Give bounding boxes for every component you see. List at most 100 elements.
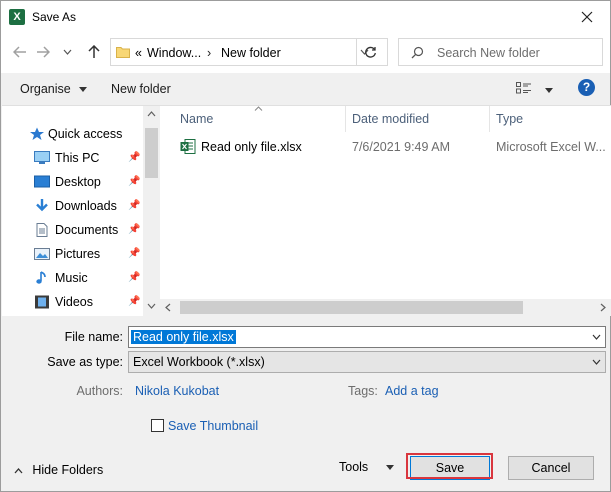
download-icon — [36, 199, 48, 212]
cancel-button[interactable]: Cancel — [508, 456, 594, 480]
excel-file-icon — [180, 139, 196, 154]
column-header-type[interactable]: Type — [490, 106, 611, 132]
arrow-left-icon — [13, 46, 26, 58]
save-as-dialog: X Save As « Window... › New folder Searc… — [0, 0, 611, 492]
address-bar[interactable]: « Window... › New folder — [110, 38, 388, 66]
help-button[interactable]: ? — [578, 79, 595, 96]
authors-label: Authors: — [76, 384, 123, 398]
tags-label: Tags: — [348, 384, 378, 398]
sidebar-item-videos[interactable]: Videos 📌 — [2, 291, 142, 313]
documents-icon — [36, 223, 48, 237]
chevron-up-icon — [14, 467, 23, 474]
sidebar-item-quick-access[interactable]: Quick access — [2, 123, 142, 145]
search-input[interactable]: Search New folder — [398, 38, 603, 66]
sidebar-item-label: Documents — [55, 223, 119, 237]
back-button[interactable] — [11, 43, 29, 61]
hide-folders-label: Hide Folders — [32, 463, 104, 477]
change-view-button[interactable] — [516, 82, 554, 97]
music-icon — [36, 271, 46, 284]
authors-value[interactable]: Nikola Kukobat — [135, 384, 219, 398]
search-icon — [411, 46, 424, 59]
sidebar-item-label: Downloads — [55, 199, 117, 213]
add-tag-link[interactable]: Add a tag — [385, 384, 439, 398]
caret-down-icon — [385, 465, 394, 471]
forward-button[interactable] — [34, 43, 52, 61]
chevron-down-icon — [592, 359, 601, 365]
file-type-cell: Microsoft Excel W... — [496, 140, 606, 154]
arrow-right-icon — [37, 46, 50, 58]
file-name-cell: Read only file.xlsx — [201, 140, 302, 154]
sidebar-item-desktop[interactable]: Desktop 📌 — [2, 171, 142, 193]
search-placeholder: Search New folder — [437, 46, 540, 60]
chevron-right-icon[interactable] — [600, 303, 606, 312]
sidebar-item-label: This PC — [55, 151, 100, 165]
navigation-scrollbar[interactable] — [143, 106, 160, 316]
sidebar-item-label: Music — [55, 271, 88, 285]
organise-button[interactable]: Organise — [20, 82, 88, 96]
refresh-icon — [365, 46, 376, 58]
chevron-left-icon[interactable] — [165, 303, 171, 312]
tools-label: Tools — [339, 460, 369, 474]
pictures-icon — [34, 248, 50, 260]
sidebar-item-label: Pictures — [55, 247, 101, 261]
sidebar-item-music[interactable]: Music 📌 — [2, 267, 142, 289]
organise-label: Organise — [20, 82, 71, 96]
refresh-button[interactable] — [356, 38, 384, 66]
desktop-icon — [34, 175, 50, 188]
close-icon — [581, 11, 593, 23]
pin-icon: 📌 — [128, 176, 141, 187]
save-thumbnail-label[interactable]: Save Thumbnail — [168, 419, 258, 433]
up-button[interactable] — [85, 43, 103, 61]
sidebar-item-downloads[interactable]: Downloads 📌 — [2, 195, 142, 217]
chevron-down-icon[interactable] — [147, 303, 156, 309]
column-header-date[interactable]: Date modified — [346, 106, 490, 132]
sidebar-item-label: Desktop — [55, 175, 101, 189]
scrollbar-thumb[interactable] — [145, 128, 158, 178]
view-list-icon — [516, 82, 531, 94]
navigation-pane: Quick access This PC 📌 Desktop 📌 Downloa… — [2, 106, 160, 316]
sidebar-item-documents[interactable]: Documents 📌 — [2, 219, 142, 241]
sidebar-item-this-pc[interactable]: This PC 📌 — [2, 147, 142, 169]
file-list: Name Date modified Type Read only file.x… — [160, 106, 611, 316]
address-prefix[interactable]: « — [135, 46, 142, 60]
chevron-down-icon — [63, 49, 71, 55]
file-name-value: Read only file.xlsx — [131, 330, 236, 344]
arrow-up-icon — [88, 45, 100, 58]
pin-icon: 📌 — [128, 200, 141, 211]
navigation-bar: « Window... › New folder Search New fold… — [1, 33, 610, 73]
tools-button[interactable]: Tools — [339, 460, 394, 474]
chevron-down-icon[interactable] — [592, 334, 601, 340]
star-icon — [30, 127, 44, 140]
save-thumbnail-checkbox[interactable] — [151, 419, 164, 432]
sidebar-item-pictures[interactable]: Pictures 📌 — [2, 243, 142, 265]
address-segment-parent[interactable]: Window... — [147, 46, 201, 60]
column-header-name[interactable]: Name — [174, 106, 346, 132]
sidebar-item-label: Videos — [55, 295, 93, 309]
title-bar: X Save As — [1, 1, 610, 33]
save-button[interactable]: Save — [410, 456, 490, 480]
close-button[interactable] — [570, 1, 604, 33]
save-as-type-value: Excel Workbook (*.xlsx) — [133, 355, 265, 369]
pin-icon: 📌 — [128, 224, 141, 235]
save-as-type-select[interactable]: Excel Workbook (*.xlsx) — [128, 351, 606, 373]
file-list-horizontal-scrollbar[interactable] — [160, 299, 611, 316]
caret-down-icon — [79, 87, 88, 93]
pin-icon: 📌 — [128, 152, 141, 163]
chevron-right-icon[interactable]: › — [207, 46, 211, 60]
file-name-label: File name: — [64, 330, 123, 344]
pc-icon — [34, 151, 50, 164]
save-as-type-label: Save as type: — [47, 355, 123, 369]
chevron-up-icon[interactable] — [147, 111, 156, 117]
file-name-field[interactable]: Read only file.xlsx — [128, 326, 606, 348]
table-row[interactable]: Read only file.xlsx 7/6/2021 9:49 AM Mic… — [160, 136, 611, 158]
pin-icon: 📌 — [128, 296, 141, 307]
address-segment-current[interactable]: New folder — [221, 46, 281, 60]
scrollbar-thumb[interactable] — [180, 301, 523, 314]
folder-icon — [116, 47, 130, 58]
videos-icon — [35, 295, 49, 309]
browse-pane: Quick access This PC 📌 Desktop 📌 Downloa… — [2, 105, 611, 316]
sidebar-item-label: Quick access — [48, 127, 123, 141]
hide-folders-button[interactable]: Hide Folders — [14, 463, 103, 477]
new-folder-button[interactable]: New folder — [111, 82, 171, 96]
recent-locations-button[interactable] — [58, 43, 76, 61]
